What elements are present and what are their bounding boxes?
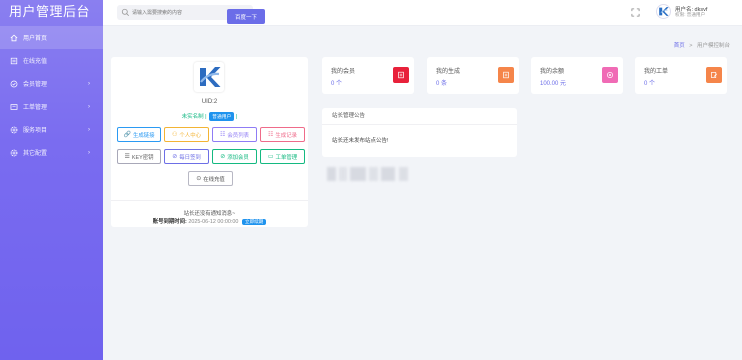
renew-button[interactable]: 立即续期 [241, 219, 267, 225]
divider [111, 200, 308, 201]
button-label: 个人中心 [179, 132, 201, 139]
online-recharge-button[interactable]: ⊙ 在线充值 [188, 171, 233, 186]
key-icon: ☰ [124, 154, 130, 160]
chevron-right-icon: › [88, 149, 90, 156]
chevron-right-icon: › [88, 103, 90, 110]
sidebar-item-config[interactable]: 其它配置 › [0, 141, 103, 164]
sidebar-item-recharge[interactable]: 在线充值 [0, 49, 103, 72]
status-badge: 普通用户 [209, 112, 235, 121]
sidebar-item-label: 服务项目 [23, 128, 48, 134]
stat-card-generated[interactable]: 我的生成 0 条 [427, 57, 519, 94]
stat-label: 我的生成 [436, 69, 461, 75]
search-input[interactable] [132, 7, 212, 18]
key-secret-button[interactable]: ☰ KEY密钥 [117, 149, 161, 164]
search-button[interactable]: 百度一下 [227, 9, 265, 24]
stat-value: 0 条 [436, 81, 448, 87]
stat-value: 0 个 [644, 81, 656, 87]
edit-icon [706, 67, 722, 83]
verification-tail: | [235, 114, 238, 120]
expiry-label: 账号到期时间: [152, 219, 187, 225]
breadcrumb-current: 用户模控制台 [696, 43, 730, 49]
stat-value: 0 个 [331, 81, 343, 87]
button-label: 每日签到 [179, 154, 201, 161]
sidebar-item-label: 用户首页 [23, 36, 48, 42]
announcement-body: 站长还未发布站点公告! [332, 138, 389, 144]
search-box: 百度一下 [117, 5, 265, 24]
breadcrumb: 首页 > 用户模控制台 [674, 41, 730, 49]
sidebar-item-home[interactable]: 用户首页 [0, 26, 103, 49]
stat-card-balance[interactable]: 我的余额 100.00 元 [531, 57, 623, 94]
sidebar-item-label: 在线充值 [23, 59, 48, 65]
chevron-right-icon: › [88, 126, 90, 133]
account-expiry: 账号到期时间: 2025-06-12 00:00:00 立即续期 [111, 217, 308, 225]
expiry-value: 2025-06-12 00:00:00 [188, 219, 239, 225]
fullscreen-icon[interactable] [631, 8, 640, 17]
stat-label: 我的余额 [540, 69, 565, 75]
app-title: 用户管理后台 [9, 4, 91, 19]
profile-card: UID:2 未实名制 | 普通用户 | 🔗 生成链接 ⚇ 个人中心 ☷ 会员列表 ☷ 生… [111, 57, 308, 227]
stat-label: 我的会员 [331, 69, 356, 75]
button-label: 添加会员 [227, 154, 249, 161]
home-icon [10, 34, 18, 42]
announcement-title: 站长管理公告 [322, 108, 517, 125]
members-icon [393, 67, 409, 83]
user-icon: ⚇ [172, 132, 178, 138]
sidebar-item-services[interactable]: 服务项目 › [0, 118, 103, 141]
check-circle-icon [10, 80, 18, 88]
sidebar: 用户管理后台 用户首页 在线充值 会员管理 › 工单管理 › 服务项目 › 其它… [0, 0, 103, 360]
daily-checkin-button[interactable]: ⊘ 每日签到 [164, 149, 209, 164]
user-uid: UID:2 [201, 99, 218, 105]
announcement-panel: 站长管理公告 站长还未发布站点公告! [322, 108, 517, 157]
wallet-icon [602, 67, 618, 83]
personal-center-button[interactable]: ⚇ 个人中心 [164, 127, 209, 142]
verification-status: 未实名制 | 普通用户 | [111, 112, 308, 121]
sidebar-item-tickets[interactable]: 工单管理 › [0, 95, 103, 118]
gear-icon [10, 149, 18, 157]
checkin-icon: ⊘ [172, 154, 178, 160]
breadcrumb-separator: > [689, 43, 693, 49]
button-label: 生成记录 [275, 132, 297, 139]
stat-card-tickets[interactable]: 我的工单 0 个 [635, 57, 727, 94]
member-list-button[interactable]: ☷ 会员列表 [212, 127, 257, 142]
breadcrumb-home[interactable]: 首页 [674, 43, 685, 49]
chevron-right-icon: › [88, 80, 90, 87]
sidebar-item-members[interactable]: 会员管理 › [0, 72, 103, 95]
blurred-content [327, 167, 413, 181]
generate-record-button[interactable]: ☷ 生成记录 [260, 127, 305, 142]
site-logo [194, 62, 224, 92]
generate-link-button[interactable]: 🔗 生成链接 [117, 127, 161, 142]
gear-icon [10, 126, 18, 134]
button-label: 会员列表 [227, 132, 249, 139]
recharge-icon: ⊙ [196, 176, 202, 182]
add-member-button[interactable]: ⊘ 添加会员 [212, 149, 257, 164]
document-icon [498, 67, 514, 83]
ticket-icon [10, 103, 18, 111]
ticket-icon: ▭ [267, 154, 274, 160]
top-bar: 百度一下 用户名: dksvf 权限: 普通用户 [103, 0, 742, 26]
list-icon: ☷ [220, 132, 226, 138]
stat-card-members[interactable]: 我的会员 0 个 [322, 57, 414, 94]
verification-text: 未实名制 | [181, 114, 207, 120]
site-notice: 站长还没有通知消息~ [183, 211, 236, 217]
stat-label: 我的工单 [644, 69, 669, 75]
add-user-icon: ⊘ [220, 154, 226, 160]
avatar[interactable] [656, 4, 671, 19]
stat-value: 100.00 元 [540, 81, 567, 87]
button-label: 生成链接 [132, 132, 155, 139]
button-label: 工单管理 [275, 154, 298, 161]
ticket-management-button[interactable]: ▭ 工单管理 [260, 149, 305, 164]
sidebar-item-label: 其它配置 [23, 151, 48, 157]
search-icon [121, 8, 130, 17]
list-icon: ☷ [268, 132, 274, 138]
button-label: 在线充值 [203, 176, 225, 183]
button-label: KEY密钥 [131, 154, 154, 161]
user-role: 权限: 普通用户 [675, 12, 706, 17]
link-icon: 🔗 [123, 132, 131, 138]
list-icon [10, 57, 18, 65]
sidebar-item-label: 会员管理 [23, 82, 48, 88]
sidebar-item-label: 工单管理 [23, 105, 48, 111]
